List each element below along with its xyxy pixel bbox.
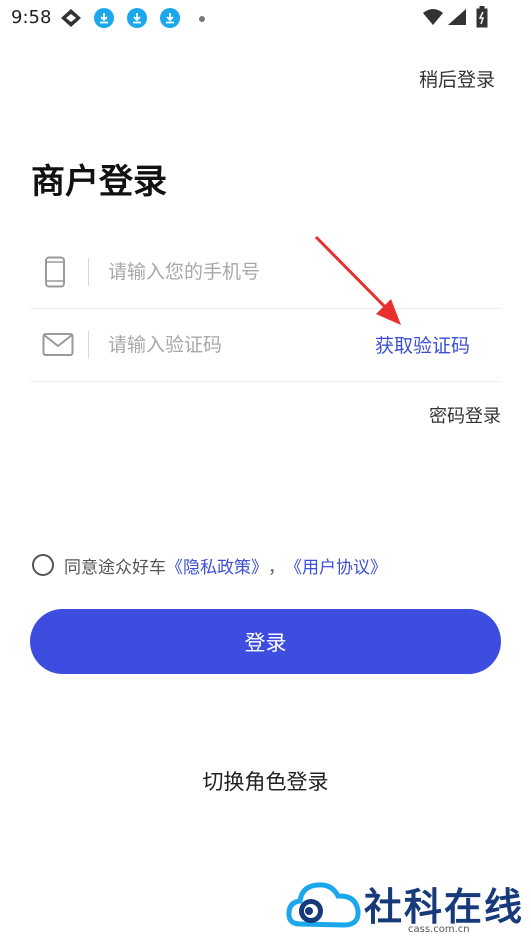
phone-icon [42,256,68,292]
red-arrow-annotation [314,235,401,325]
password-login-link[interactable]: 密码登录 [429,402,501,428]
status-time: 9:58 [11,7,52,28]
mail-icon [42,332,74,362]
watermark-url: cass.com.cn [408,924,470,935]
diamond-app-icon [60,8,82,32]
get-code-button[interactable]: 获取验证码 [375,331,470,358]
agreement-separator: ， [268,557,285,578]
privacy-policy-link[interactable]: 《隐私政策》 [166,553,268,578]
watermark-text: 社科在线 [364,884,525,929]
agreement-row: 同意途众好车 《隐私政策》 ， 《用户协议》 [32,553,387,578]
wifi-icon [422,8,444,30]
status-bar: 9:58 [0,0,531,36]
battery-icon [476,6,488,32]
switch-role-button[interactable]: 切换角色登录 [0,765,531,797]
field-divider [88,331,89,359]
skip-login-button[interactable]: 稍后登录 [413,64,501,93]
download-icon [127,8,147,28]
dot-icon [199,16,205,22]
code-input[interactable] [106,327,360,363]
agree-radio[interactable] [32,554,54,576]
user-agreement-link[interactable]: 《用户协议》 [285,553,387,578]
download-icon [160,8,180,28]
login-button[interactable]: 登录 [30,609,501,674]
watermark: 社科在线 cass.com.cn [286,874,526,940]
phone-field-row [30,236,500,309]
field-divider [88,258,89,286]
page-title: 商户登录 [31,162,167,202]
download-icon [94,8,114,28]
signal-icon [447,8,467,30]
cloud-logo-icon [286,882,361,928]
code-field-row: 获取验证码 [30,309,500,382]
agreement-text: 同意途众好车 [64,557,166,578]
